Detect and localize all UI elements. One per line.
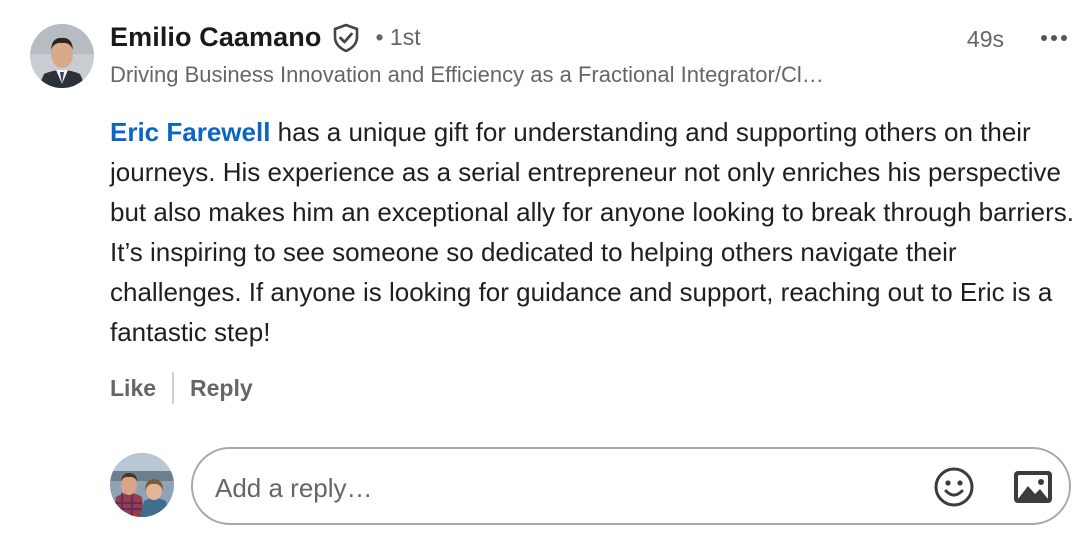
reply-button[interactable]: Reply: [190, 375, 253, 402]
comment-actions: Like Reply: [110, 372, 253, 404]
reply-box: [191, 447, 1071, 525]
author-avatar[interactable]: [30, 24, 94, 88]
author-row: Emilio Caamano • 1st: [110, 22, 421, 53]
comment-body-text: has a unique gift for understanding and …: [110, 117, 1074, 347]
photo-image-icon[interactable]: [1013, 470, 1053, 504]
action-divider: [172, 372, 175, 404]
more-options-icon: [1040, 29, 1068, 47]
connection-degree: • 1st: [375, 24, 421, 50]
comment-timestamp: 49s: [966, 26, 1004, 52]
author-name[interactable]: Emilio Caamano: [110, 22, 321, 53]
current-user-avatar[interactable]: [110, 453, 174, 517]
author-headline: Driving Business Innovation and Efficien…: [110, 62, 824, 87]
mention-link[interactable]: Eric Farewell: [110, 117, 270, 147]
more-options-button[interactable]: [1036, 22, 1072, 54]
like-button[interactable]: Like: [110, 375, 156, 402]
emoji-smile-icon[interactable]: [933, 466, 975, 508]
comment-text: Eric Farewell has a unique gift for unde…: [110, 112, 1080, 352]
verified-shield-icon: [331, 23, 361, 53]
reply-input[interactable]: [213, 467, 907, 509]
